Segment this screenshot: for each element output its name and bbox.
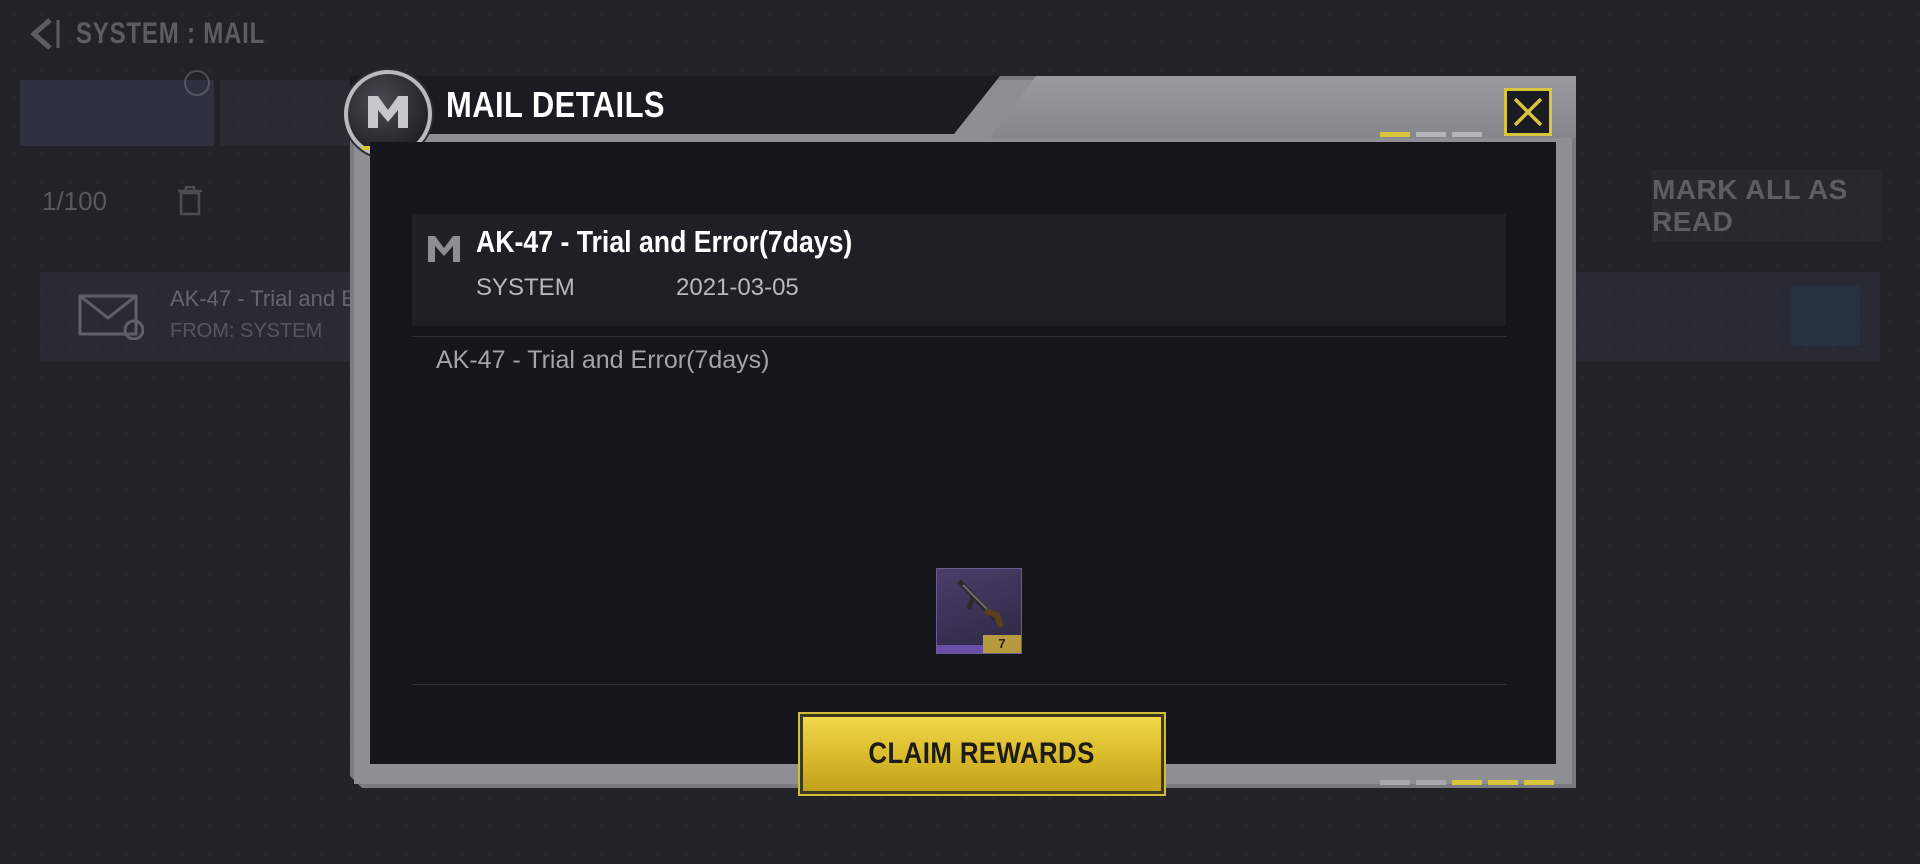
mail-sender: SYSTEM [476, 274, 575, 301]
background-mail-title: AK-47 - Trial and E [170, 286, 356, 311]
mail-details-dialog: MAIL DETAILS AK-47 - Trial and Error(7da… [344, 70, 1576, 794]
dialog-title: MAIL DETAILS [446, 84, 666, 125]
dialog-header-stripe [990, 76, 1576, 138]
mail-info-block: AK-47 - Trial and Error(7days) SYSTEM 20… [412, 214, 1506, 326]
divider [412, 336, 1506, 337]
system-mail-icon [426, 232, 462, 266]
envelope-icon [78, 290, 145, 341]
mail-date: 2021-03-05 [676, 274, 799, 301]
mail-subject: AK-47 - Trial and Error(7days) [476, 224, 853, 259]
background-mail-subtitle: FROM: SYSTEM [170, 320, 323, 342]
background-tab-other[interactable] [220, 80, 360, 146]
back-arrow-icon[interactable] [22, 14, 62, 54]
divider [412, 684, 1506, 685]
background-tab-system[interactable] [20, 80, 214, 146]
reward-rarity-bar [937, 645, 985, 653]
background-header: SYSTEM : MAIL [22, 14, 312, 54]
dialog-header: MAIL DETAILS [350, 76, 1000, 134]
mail-body-text: AK-47 - Trial and Error(7days) [436, 346, 770, 374]
close-button[interactable] [1504, 88, 1552, 136]
claim-rewards-button[interactable]: CLAIM REWARDS [800, 714, 1164, 794]
background-mail-thumbnail [1790, 286, 1860, 346]
footer-progress-ticks [1380, 780, 1554, 785]
reward-item[interactable]: 7 [936, 568, 1022, 654]
close-x-icon [1513, 97, 1543, 127]
claim-rewards-label: CLAIM REWARDS [868, 737, 1096, 770]
reward-duration-tag: 7 [983, 635, 1021, 653]
background-screen-title: SYSTEM : MAIL [76, 17, 266, 50]
trash-icon[interactable] [178, 185, 202, 216]
dialog-content: AK-47 - Trial and Error(7days) SYSTEM 20… [370, 142, 1556, 794]
header-progress-ticks [1380, 132, 1482, 137]
mark-all-as-read-button[interactable]: MARK ALL AS READ [1652, 170, 1882, 242]
background-mail-count: 1/100 [42, 186, 108, 216]
ak47-weapon-icon [957, 579, 1004, 628]
background-tab-badge-icon [184, 70, 210, 96]
